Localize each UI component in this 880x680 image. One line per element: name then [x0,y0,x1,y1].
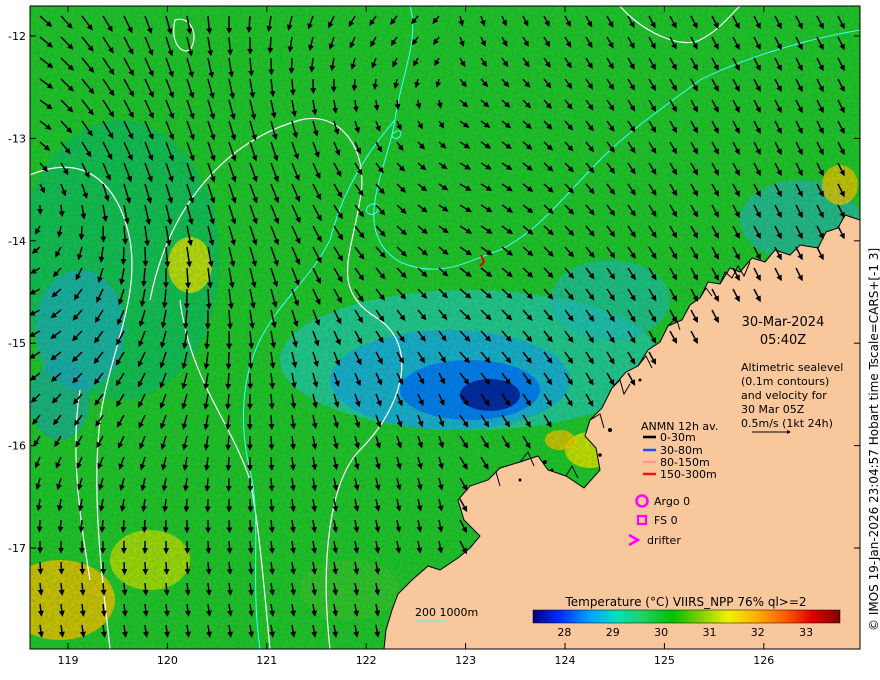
velocity-arrow [226,540,233,555]
lon-tick-label: 126 [753,654,774,667]
lon-tick-label: 122 [356,654,377,667]
lat-tick-label: -16 [8,440,26,453]
colorbar-title: Temperature (°C) VIIRS_NPP 76% ql>=2 [564,595,806,609]
velocity-arrow [225,456,232,472]
description-line: (0.1m contours) [741,375,829,388]
legend-item-label: 0-30m [660,431,696,444]
velocity-arrow [79,582,86,596]
velocity-arrow [120,246,127,266]
velocity-arrow [163,561,170,576]
bathymetry-label: 200 1000m [415,606,478,619]
velocity-arrow [99,519,106,533]
map-time: 05:40Z [760,333,806,348]
description-line: and velocity for [741,389,827,402]
velocity-arrow [247,351,254,370]
map-area [30,6,860,649]
velocity-arrow [58,561,65,575]
colorbar-tick-label: 30 [654,626,668,639]
lat-tick-label: -15 [8,337,26,350]
velocity-arrow [268,456,275,472]
velocity-arrow [205,561,212,576]
lon-tick-label: 121 [256,654,277,667]
velocity-arrow [37,561,44,575]
lon-tick-label: 125 [654,654,675,667]
velocity-arrow [268,435,275,451]
lat-tick-label: -13 [8,132,26,145]
velocity-arrow [57,519,64,533]
velocity-arrow [267,36,274,54]
velocity-arrow [100,582,107,596]
velocity-arrow [268,414,275,430]
velocity-arrow [120,519,127,534]
colorbar-tick-label: 33 [799,626,813,639]
velocity-arrow [288,57,295,75]
velocity-arrow [247,519,254,534]
description-line: Altimetric sealevel [741,361,843,374]
lat-tick-label: -12 [8,30,26,43]
velocity-arrow [225,351,232,370]
lat-tick-label: -17 [8,542,26,555]
velocity-arrow [204,477,211,492]
velocity-arrow [141,519,148,534]
colorbar-tick-label: 28 [557,626,571,639]
velocity-arrow [226,519,233,534]
lon-tick-label: 124 [555,654,576,667]
velocity-arrow [247,498,254,513]
fs-label: FS 0 [654,514,678,527]
velocity-arrow [142,582,149,596]
velocity-arrow [79,561,86,575]
drifter-label: drifter [647,534,681,547]
description-line: 0.5m/s (1kt 24h) [741,417,833,430]
velocity-arrow [142,561,149,575]
velocity-arrow [205,540,212,555]
velocity-arrow [142,246,149,267]
map-date: 30-Mar-2024 [742,315,825,330]
lat-tick-label: -14 [8,235,26,248]
velocity-arrow [78,225,85,241]
velocity-arrow [268,477,275,492]
ocean-map-figure: 119 120 121 122 123 124 125 126 -12 -13 -14 -15 -16… [8,5,880,667]
velocity-arrow [36,519,43,533]
credit-text: © IMOS 19-Jan-2026 23:04:57 Hobart time … [867,248,880,631]
colorbar-tick-label: 32 [751,626,765,639]
lon-tick-label: 119 [58,654,79,667]
velocity-arrow [121,561,128,575]
legend-item-label: 150-300m [660,468,717,481]
argo-label: Argo 0 [654,495,690,508]
velocity-arrow [184,561,191,576]
colorbar-tick-label: 29 [606,626,620,639]
colorbar-tick-label: 31 [702,626,716,639]
velocity-arrow [58,582,65,596]
velocity-arrow [78,519,85,533]
colorbar-bar [532,609,841,624]
velocity-arrow [351,78,358,92]
velocity-arrow [100,561,107,575]
lon-tick-label: 120 [157,654,178,667]
description-line: 30 Mar 05Z [741,403,805,416]
lon-tick-label: 123 [455,654,476,667]
velocity-arrow [183,498,190,513]
velocity-arrow [121,582,128,596]
